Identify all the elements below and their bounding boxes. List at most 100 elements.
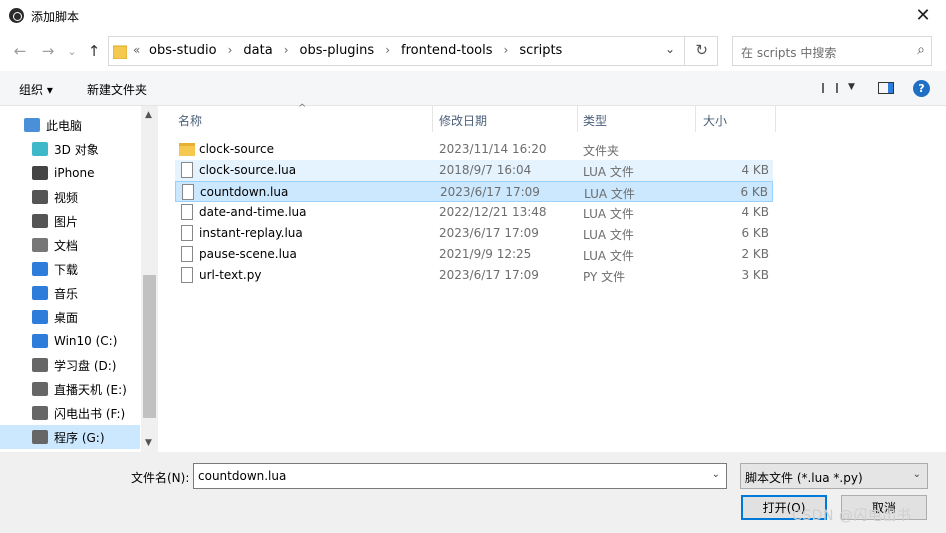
sidebar-item[interactable]: 视频 (0, 185, 140, 209)
sidebar-item[interactable]: 文档 (0, 233, 140, 257)
drive-icon (32, 406, 48, 420)
sidebar-item-label: 直播天机 (E:) (54, 382, 127, 397)
sidebar-item-label: 下载 (54, 262, 79, 277)
file-modified-date: 2023/11/14 16:20 (439, 142, 547, 156)
file-icon (181, 204, 193, 220)
preview-pane-icon[interactable] (878, 82, 894, 94)
column-header-size[interactable]: 大小 (703, 106, 775, 132)
new-folder-button[interactable]: 新建文件夹 (87, 81, 147, 98)
scroll-down-icon[interactable]: ▼ (145, 438, 152, 448)
title-bar: 添加脚本 ✕ (0, 0, 946, 31)
breadcrumb-item[interactable]: data (243, 43, 272, 58)
close-icon[interactable]: ✕ (900, 0, 946, 31)
view-options-icon[interactable] (822, 83, 838, 93)
file-list: ^ 名称 修改日期 类型 大小 clock-source 2023/11/14 1… (159, 103, 946, 452)
breadcrumb-separator-icon[interactable]: › (374, 43, 401, 58)
filename-field[interactable]: ⌄ (193, 463, 727, 489)
music-icon (32, 286, 48, 300)
column-divider[interactable] (432, 106, 433, 132)
download-icon (32, 262, 48, 276)
navigation-pane: 此电脑 3D 对象 iPhone 视频图片文档下载音乐桌面 Win10 (C:) 学习盘 … (0, 106, 158, 452)
view-dropdown-icon[interactable]: ▼ (848, 82, 855, 92)
sidebar-item[interactable]: 学习盘 (D:) (0, 353, 140, 377)
sidebar-item[interactable]: 音乐 (0, 281, 140, 305)
organize-menu-button[interactable]: 组织 ▾ (19, 81, 53, 98)
file-row[interactable]: instant-replay.lua 2023/6/17 17:09 LUA 文件 6… (175, 223, 773, 244)
address-dropdown-icon[interactable]: ⌄ (665, 42, 675, 56)
scroll-up-icon[interactable]: ▲ (145, 110, 152, 120)
sidebar-item-label: iPhone (54, 166, 95, 180)
sidebar-item[interactable]: 程序 (G:) (0, 425, 140, 449)
help-icon[interactable]: ? (913, 80, 930, 97)
watermark: CSDN @闪电出书 (792, 508, 912, 524)
column-header-type[interactable]: 类型 (583, 106, 695, 132)
column-header-name[interactable]: 名称 (178, 106, 432, 132)
column-header-date[interactable]: 修改日期 (439, 106, 577, 132)
search-placeholder: 在 scripts 中搜索 (741, 46, 837, 60)
back-arrow-icon[interactable]: ← (10, 41, 30, 61)
breadcrumb-overflow-icon[interactable]: « (133, 43, 140, 57)
sidebar-item[interactable]: 3D 对象 (0, 137, 140, 161)
file-type: LUA 文件 (583, 207, 634, 221)
file-row[interactable]: clock-source 2023/11/14 16:20 文件夹 (175, 139, 773, 160)
breadcrumb-separator-icon[interactable]: › (493, 43, 520, 58)
command-toolbar: 组织 ▾ 新建文件夹 ▼ ? (0, 71, 946, 106)
sidebar-item-label: 音乐 (54, 286, 79, 301)
file-type-dropdown-icon[interactable]: ⌄ (913, 469, 921, 480)
sidebar-scrollbar[interactable]: ▲ ▼ (141, 106, 158, 452)
recent-locations-icon[interactable]: ⌄ (62, 41, 82, 61)
column-divider[interactable] (775, 106, 776, 132)
forward-arrow-icon[interactable]: → (38, 41, 58, 61)
file-row[interactable]: url-text.py 2023/6/17 17:09 PY 文件 3 KB (175, 265, 773, 286)
address-bar[interactable]: « obs-studio › data › obs-plugins › fron… (108, 36, 718, 66)
drive-icon (32, 382, 48, 396)
filename-input[interactable] (198, 469, 698, 483)
file-modified-date: 2021/9/9 12:25 (439, 247, 532, 261)
phone-icon (32, 166, 48, 180)
file-size: 4 KB (741, 163, 769, 177)
file-type: PY 文件 (583, 270, 626, 284)
column-divider[interactable] (577, 106, 578, 132)
sidebar-item[interactable]: 下载 (0, 257, 140, 281)
column-divider[interactable] (695, 106, 696, 132)
file-type: LUA 文件 (583, 249, 634, 263)
file-type: LUA 文件 (584, 187, 635, 201)
up-arrow-icon[interactable]: ↑ (84, 41, 104, 61)
sidebar-item-label: 图片 (54, 214, 79, 229)
breadcrumb-item[interactable]: obs-studio (149, 43, 217, 58)
breadcrumb-item[interactable]: obs-plugins (300, 43, 375, 58)
file-size: 3 KB (741, 268, 769, 282)
search-icon[interactable]: ⌕ (917, 42, 925, 58)
file-name: pause-scene.lua (199, 247, 297, 261)
scrollbar-thumb[interactable] (143, 275, 156, 418)
picture-icon (32, 214, 48, 228)
breadcrumb-item[interactable]: scripts (519, 43, 562, 58)
file-modified-date: 2018/9/7 16:04 (439, 163, 532, 177)
breadcrumb-separator-icon[interactable]: › (273, 43, 300, 58)
file-row[interactable]: clock-source.lua 2018/9/7 16:04 LUA 文件 4 KB (175, 160, 773, 181)
file-type: LUA 文件 (583, 228, 634, 242)
sidebar-item[interactable]: 此电脑 (0, 113, 140, 137)
file-row[interactable]: pause-scene.lua 2021/9/9 12:25 LUA 文件 2 KB (175, 244, 773, 265)
file-name: date-and-time.lua (199, 205, 307, 219)
sidebar-item-label: Win10 (C:) (54, 334, 118, 348)
sidebar-item[interactable]: 图片 (0, 209, 140, 233)
file-type-select[interactable]: 脚本文件 (*.lua *.py) ⌄ (740, 463, 928, 489)
breadcrumb-item[interactable]: frontend-tools (401, 43, 493, 58)
sidebar-item-label: 文档 (54, 238, 79, 253)
sidebar-item[interactable]: Win10 (C:) (0, 329, 140, 353)
refresh-icon[interactable]: ↻ (695, 41, 708, 59)
file-size: 2 KB (741, 247, 769, 261)
breadcrumb-separator-icon[interactable]: › (217, 43, 244, 58)
file-row[interactable]: date-and-time.lua 2022/12/21 13:48 LUA 文件 4… (175, 202, 773, 223)
filename-dropdown-icon[interactable]: ⌄ (712, 469, 720, 480)
sidebar-item[interactable]: 桌面 (0, 305, 140, 329)
sidebar-item[interactable]: 直播天机 (E:) (0, 377, 140, 401)
sidebar-item[interactable]: 闪电出书 (F:) (0, 401, 140, 425)
computer-icon (24, 118, 40, 132)
drive-icon (32, 358, 48, 372)
search-input[interactable]: 在 scripts 中搜索 ⌕ (732, 36, 932, 66)
breadcrumb: obs-studio › data › obs-plugins › fronte… (149, 43, 562, 58)
sidebar-item[interactable]: iPhone (0, 161, 140, 185)
file-row[interactable]: countdown.lua 2023/6/17 17:09 LUA 文件 6 KB (175, 181, 773, 202)
